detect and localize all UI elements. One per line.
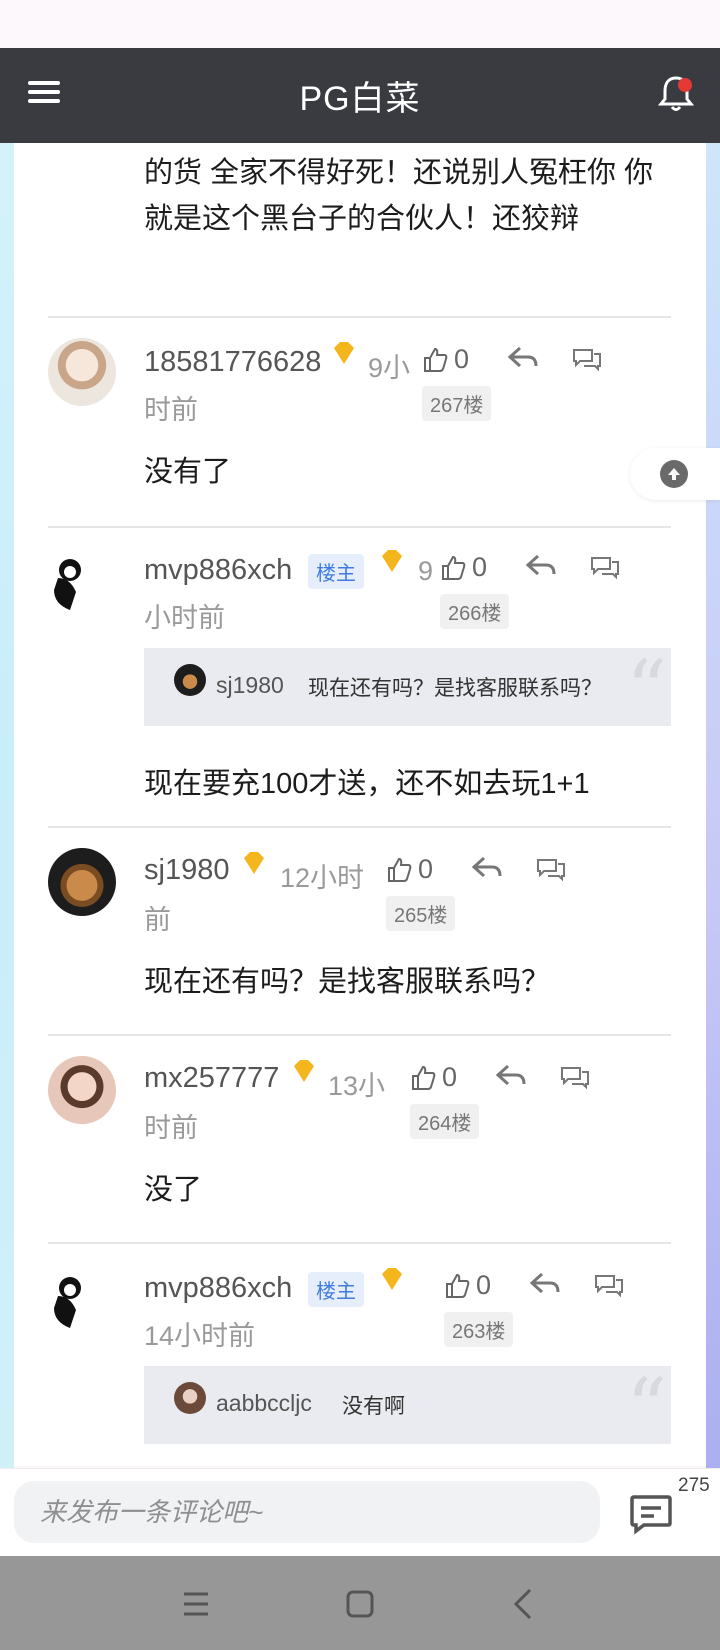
like-count: 0: [442, 1062, 458, 1092]
thumbs-up-icon: [412, 1065, 436, 1090]
username[interactable]: mx257777: [144, 1062, 279, 1095]
quote-text: 现在还有吗？是找客服联系吗？: [308, 677, 602, 700]
quote-avatar: [174, 1382, 206, 1414]
like-button[interactable]: 0: [410, 1062, 457, 1093]
comment-count: 275: [678, 1475, 710, 1496]
thumbs-up-icon: [442, 555, 466, 580]
system-nav-bar: [0, 1556, 720, 1650]
comment-time: 14小时前: [144, 1321, 256, 1351]
avatar[interactable]: [48, 1056, 116, 1124]
thumbs-up-icon: [446, 1273, 470, 1298]
comment-icon[interactable]: [588, 552, 622, 582]
comment-bar: 275: [0, 1468, 720, 1556]
like-button[interactable]: 0: [440, 552, 487, 583]
like-button[interactable]: 0: [422, 344, 469, 375]
divider: [48, 826, 671, 828]
floor-badge: 266楼: [440, 594, 510, 629]
thumbs-up-icon: [388, 857, 412, 882]
floor-badge: 263楼: [444, 1312, 514, 1347]
floor-badge: 265楼: [386, 896, 456, 931]
level-gem-icon: [382, 1268, 402, 1290]
divider: [48, 1242, 671, 1244]
arrow-up-icon: [660, 460, 688, 488]
quote-text: 没有啊: [342, 1395, 405, 1418]
comment-icon[interactable]: [570, 344, 604, 374]
comment-time-wrap: 小时前: [144, 603, 225, 633]
quote-mark-icon: “: [626, 1361, 667, 1454]
username[interactable]: sj1980: [144, 854, 229, 887]
level-gem-icon: [294, 1060, 314, 1082]
divider: [48, 526, 671, 528]
comment-icon[interactable]: [534, 854, 568, 884]
comment-time-wrap: 时前: [144, 1113, 198, 1143]
nav-menu-icon[interactable]: [176, 1584, 216, 1624]
quoted-comment[interactable]: sj1980 现在还有吗？是找客服联系吗？ “: [144, 648, 671, 730]
comment-icon[interactable]: [592, 1270, 626, 1300]
comment-text: 现在还有吗？是找客服联系吗？: [144, 966, 551, 998]
username[interactable]: 18581776628: [144, 346, 321, 379]
like-count: 0: [418, 854, 434, 884]
avatar[interactable]: [48, 338, 116, 406]
like-count: 0: [476, 1270, 492, 1300]
bell-icon[interactable]: [654, 72, 698, 116]
divider: [48, 1034, 671, 1036]
app-header: PG白菜: [0, 48, 720, 143]
reply-icon[interactable]: [524, 552, 558, 582]
reply-icon[interactable]: [528, 1270, 562, 1300]
host-badge: 楼主: [308, 554, 364, 589]
like-count: 0: [454, 344, 470, 374]
comment-icon[interactable]: [558, 1062, 592, 1092]
like-count: 0: [472, 552, 488, 582]
nav-back-icon[interactable]: [504, 1584, 544, 1624]
quote-mark-icon: “: [626, 643, 667, 736]
reply-icon[interactable]: [470, 854, 504, 884]
comment-text: 现在要充100才送，还不如去玩1+1: [144, 768, 590, 800]
comment-time: 12小时: [280, 863, 365, 893]
username[interactable]: mvp886xch: [144, 1272, 292, 1305]
page-title: PG白菜: [299, 80, 421, 118]
comment-time: 9: [418, 556, 434, 586]
notification-dot: [678, 78, 692, 92]
reply-icon[interactable]: [506, 344, 540, 374]
like-button[interactable]: 0: [386, 854, 433, 885]
comment-text: 没有了: [144, 456, 232, 488]
floor-badge: 264楼: [410, 1104, 480, 1139]
comment-list: [14, 140, 706, 1466]
floor-badge: 267楼: [422, 386, 492, 421]
left-edge: [0, 48, 14, 1468]
comment-time-wrap: 时前: [144, 395, 198, 425]
username[interactable]: mvp886xch: [144, 554, 292, 587]
quote-username: aabbccljc: [216, 1390, 312, 1416]
quote-avatar: [174, 664, 206, 696]
right-edge: [706, 48, 720, 1468]
comment-icon[interactable]: [628, 1491, 674, 1535]
status-bar: [0, 0, 720, 48]
level-gem-icon: [244, 852, 264, 874]
comment-text: 没了: [144, 1174, 203, 1206]
host-badge: 楼主: [308, 1272, 364, 1307]
comment-text-continued: 的货 全家不得好死！还说别人冤枉你 你就是这个黑台子的合伙人！还狡辩: [144, 157, 654, 235]
level-gem-icon: [334, 342, 354, 364]
like-button[interactable]: 0: [444, 1270, 491, 1301]
comment-time: 9小: [368, 353, 411, 383]
divider: [48, 316, 671, 318]
quote-username: sj1980: [216, 672, 284, 698]
thumbs-up-icon: [424, 347, 448, 372]
level-gem-icon: [382, 550, 402, 572]
comment-input[interactable]: [14, 1481, 600, 1543]
reply-icon[interactable]: [494, 1062, 528, 1092]
comment-time-wrap: 前: [144, 905, 171, 935]
quoted-comment[interactable]: aabbccljc 没有啊 “: [144, 1366, 671, 1448]
avatar[interactable]: [48, 848, 116, 916]
menu-icon[interactable]: [24, 76, 64, 116]
nav-home-icon[interactable]: [340, 1584, 380, 1624]
avatar[interactable]: [48, 1266, 116, 1334]
avatar[interactable]: [48, 548, 116, 616]
scroll-top-button[interactable]: [630, 448, 720, 500]
comment-time: 13小: [328, 1071, 386, 1101]
